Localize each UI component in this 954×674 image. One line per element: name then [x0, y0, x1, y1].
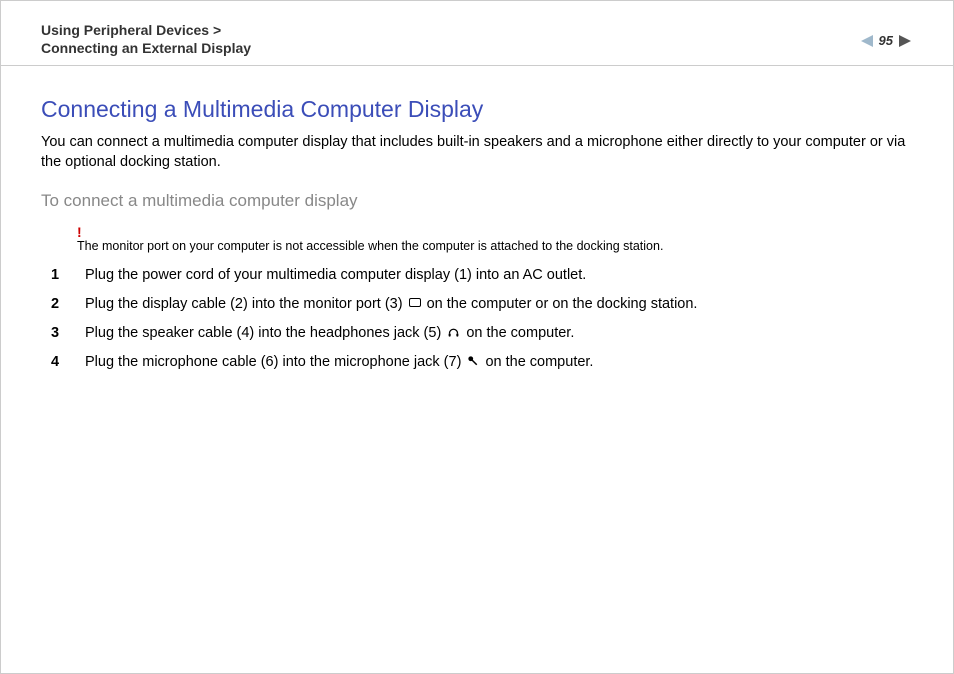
warning-mark-icon: !	[77, 225, 913, 239]
list-item: 2 Plug the display cable (2) into the mo…	[41, 294, 913, 314]
breadcrumb: Using Peripheral Devices > Connecting an…	[41, 21, 251, 57]
step-text: Plug the power cord of your multimedia c…	[85, 265, 586, 285]
next-page-arrow-icon[interactable]	[899, 35, 913, 47]
page-header: Using Peripheral Devices > Connecting an…	[1, 1, 953, 66]
page-title: Connecting a Multimedia Computer Display	[41, 96, 913, 123]
breadcrumb-line2: Connecting an External Display	[41, 39, 251, 57]
list-item: 1 Plug the power cord of your multimedia…	[41, 265, 913, 285]
step-number: 3	[51, 323, 69, 343]
intro-paragraph: You can connect a multimedia computer di…	[41, 133, 913, 172]
warning-text: The monitor port on your computer is not…	[77, 239, 913, 253]
monitor-port-icon	[409, 298, 421, 307]
list-item: 3 Plug the speaker cable (4) into the he…	[41, 323, 913, 343]
prev-page-arrow-icon[interactable]	[859, 35, 873, 47]
headphones-jack-icon	[447, 323, 460, 343]
step-number: 1	[51, 265, 69, 285]
microphone-jack-icon	[467, 352, 479, 372]
breadcrumb-line1: Using Peripheral Devices >	[41, 21, 251, 39]
step-number: 4	[51, 352, 69, 372]
warning-note: ! The monitor port on your computer is n…	[77, 225, 913, 253]
page-navigation: 95	[859, 21, 913, 48]
step-text: Plug the display cable (2) into the moni…	[85, 294, 697, 314]
steps-list: 1 Plug the power cord of your multimedia…	[41, 265, 913, 373]
page-number: 95	[879, 33, 893, 48]
page-content: Connecting a Multimedia Computer Display…	[1, 66, 953, 372]
section-subheading: To connect a multimedia computer display	[41, 191, 913, 211]
step-text: Plug the microphone cable (6) into the m…	[85, 352, 593, 372]
step-number: 2	[51, 294, 69, 314]
list-item: 4 Plug the microphone cable (6) into the…	[41, 352, 913, 372]
step-text: Plug the speaker cable (4) into the head…	[85, 323, 574, 343]
